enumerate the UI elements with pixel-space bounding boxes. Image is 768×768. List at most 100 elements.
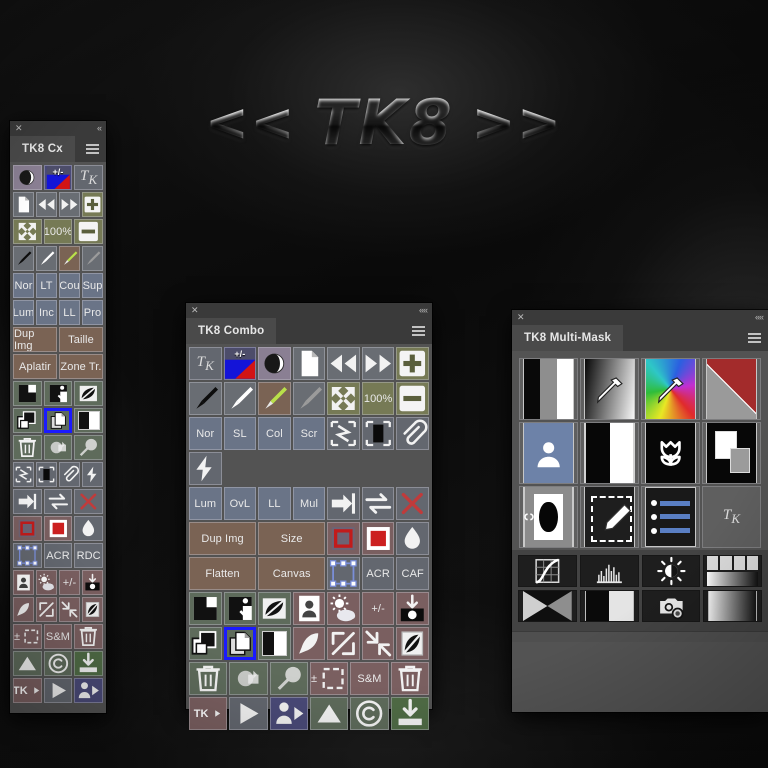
curves-adjustment[interactable] (518, 555, 577, 587)
download[interactable] (390, 697, 429, 730)
invert-slash[interactable] (82, 597, 103, 622)
bw-split-mask[interactable] (580, 422, 639, 484)
person-play[interactable] (74, 678, 103, 703)
blend-cou[interactable]: Cou (59, 273, 80, 298)
mask-preview[interactable] (258, 347, 291, 380)
collapse-icon[interactable]: «« (755, 313, 764, 322)
dup-img[interactable]: Dup Img (189, 522, 257, 555)
blend-ll[interactable]: LL (59, 300, 80, 325)
invert-slash[interactable] (396, 627, 429, 660)
layer-mask-box[interactable] (74, 408, 103, 433)
hamburger-icon[interactable] (412, 326, 425, 336)
size[interactable]: Size (258, 522, 326, 555)
merge-in[interactable] (13, 489, 42, 514)
subject-mask[interactable] (519, 422, 578, 484)
blend-nor[interactable]: Nor (13, 273, 34, 298)
rewind[interactable] (36, 192, 57, 217)
transform-box[interactable] (327, 557, 360, 590)
brush-green[interactable] (59, 246, 80, 271)
blend-lum[interactable]: Lum (13, 300, 34, 325)
minus[interactable] (74, 219, 103, 244)
blend-lt[interactable]: LT (36, 273, 57, 298)
copyright[interactable] (350, 697, 389, 730)
copyright[interactable] (43, 651, 73, 676)
close-icon[interactable]: ✕ (191, 306, 199, 315)
duplicate-layers[interactable] (13, 408, 42, 433)
rdc[interactable]: RDC (74, 543, 103, 568)
trash-2[interactable] (74, 624, 103, 649)
tk-play[interactable]: TK (189, 697, 228, 730)
diagonal-red-mask[interactable] (702, 358, 761, 420)
water-drop[interactable] (74, 516, 103, 541)
new-doc[interactable] (292, 347, 326, 380)
layer-cut[interactable] (189, 592, 222, 625)
up-triangle[interactable] (13, 651, 42, 676)
panel3-titlebar[interactable]: ✕ «« (512, 310, 768, 325)
zoom-100[interactable]: 100% (43, 219, 73, 244)
gradient-map[interactable] (703, 555, 762, 587)
exposure-adjustment[interactable] (518, 590, 577, 622)
luminosity-bars-mask[interactable] (519, 358, 578, 420)
close-icon[interactable]: ✕ (517, 313, 525, 322)
fit-screen[interactable] (13, 219, 42, 244)
canvas[interactable]: Canvas (258, 557, 326, 590)
layer-mask-box[interactable] (258, 627, 291, 660)
selection-red-outline[interactable] (327, 522, 360, 555)
portrait-mask[interactable] (292, 592, 326, 625)
color-picker-mask[interactable] (641, 358, 700, 420)
blend-ll[interactable]: LL (258, 487, 291, 520)
brush-white[interactable] (223, 382, 257, 415)
invert-leaf[interactable] (74, 381, 103, 406)
flash[interactable] (189, 452, 222, 485)
exposure-pm[interactable]: +/- (361, 592, 395, 625)
contract-arrows[interactable] (361, 627, 395, 660)
sm[interactable]: S&M (350, 662, 389, 695)
play[interactable] (43, 678, 73, 703)
gradient-fill[interactable] (703, 590, 762, 622)
tk-logo[interactable]: TK (702, 486, 761, 548)
hamburger-icon[interactable] (748, 333, 761, 343)
delete-layer[interactable] (13, 435, 42, 460)
panel-tk8-cx[interactable]: ✕ « TK8 Cx +/- TK 100% Nor LT Cou Sup Lum Inc LL P… (10, 121, 106, 713)
transform-box[interactable] (13, 543, 42, 568)
flatten[interactable]: Flatten (189, 557, 257, 590)
tk-logo[interactable]: TK (74, 165, 103, 190)
panel2-titlebar[interactable]: ✕ «« (186, 303, 432, 318)
panel3-resize-grip[interactable] (512, 631, 768, 642)
clip[interactable] (59, 462, 80, 487)
black-fill[interactable] (36, 462, 57, 487)
selection-red-outline[interactable] (13, 516, 42, 541)
up-triangle[interactable] (309, 697, 349, 730)
link-mask[interactable] (519, 486, 578, 548)
duplicate-layer[interactable] (43, 408, 73, 433)
minus[interactable] (396, 382, 429, 415)
levels[interactable] (327, 417, 360, 450)
invert-leaf[interactable] (258, 592, 291, 625)
mask-fill[interactable] (229, 662, 268, 695)
expand-arrows[interactable] (327, 627, 360, 660)
brush-black[interactable] (13, 246, 34, 271)
levels-adjustment[interactable] (579, 555, 639, 587)
forward[interactable] (361, 347, 395, 380)
brush-grey[interactable] (82, 246, 103, 271)
person-play[interactable] (269, 697, 308, 730)
plusminus-select[interactable]: ± (309, 662, 349, 695)
play[interactable] (229, 697, 268, 730)
taille[interactable]: Taille (59, 327, 103, 352)
caf[interactable]: CAF (396, 557, 429, 590)
selection-red-fill[interactable] (361, 522, 395, 555)
brightness-contrast[interactable] (641, 555, 701, 587)
panel-tk8-combo[interactable]: ✕ «« TK8 Combo TK +/- 100% Nor SL Col Scr Lum Ov… (186, 303, 432, 730)
blend-pro[interactable]: Pro (82, 300, 103, 325)
tk-logo[interactable]: TK (189, 347, 222, 380)
mask-lollipop[interactable] (74, 435, 103, 460)
feather[interactable] (292, 627, 326, 660)
panel-tk8-multi-mask[interactable]: ✕ «« TK8 Multi-Mask TK (512, 310, 768, 712)
blend-sup[interactable]: Sup (82, 273, 103, 298)
cancel-x[interactable] (396, 487, 429, 520)
exposure-pm[interactable]: +/- (59, 570, 80, 595)
acr[interactable]: ACR (361, 557, 395, 590)
weather-mask[interactable] (327, 592, 360, 625)
trash-2[interactable] (390, 662, 429, 695)
tab-tk8-multi-mask[interactable]: TK8 Multi-Mask (512, 325, 624, 351)
